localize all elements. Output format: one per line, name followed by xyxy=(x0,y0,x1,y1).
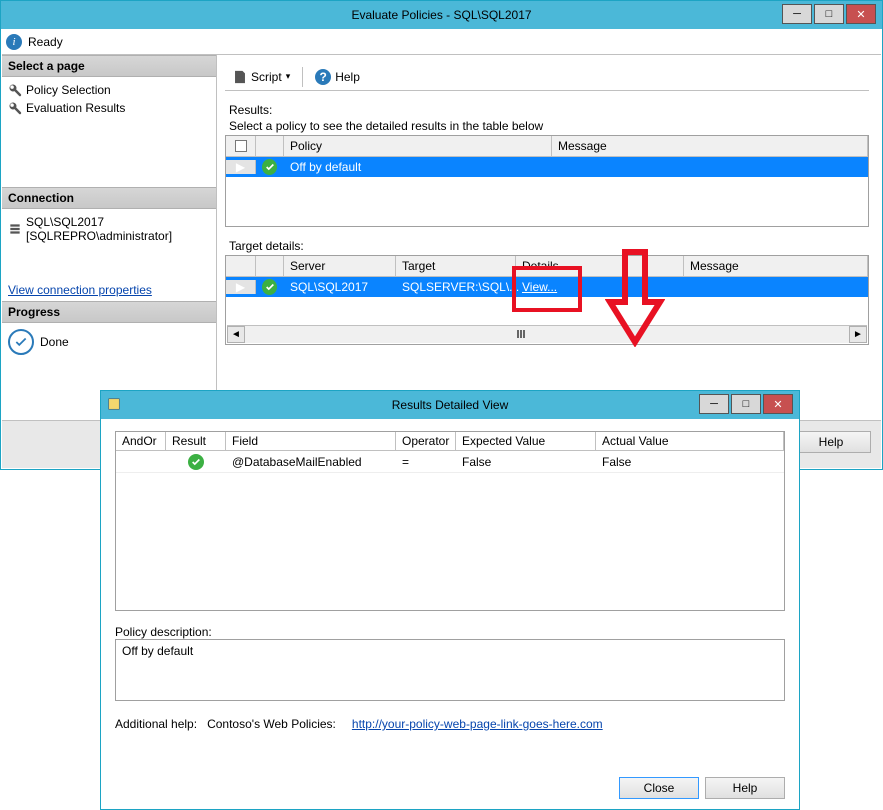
maximize-button-2[interactable]: □ xyxy=(731,394,761,414)
results-row[interactable]: ▶ Off by default xyxy=(226,157,868,177)
col-target[interactable]: Target xyxy=(396,256,516,276)
info-icon: i xyxy=(6,34,22,50)
policy-description-label: Policy description: xyxy=(115,625,785,639)
status-text: Ready xyxy=(28,35,63,49)
col-result[interactable]: Result xyxy=(166,432,226,450)
col-server[interactable]: Server xyxy=(284,256,396,276)
page-evaluation-results[interactable]: Evaluation Results xyxy=(8,99,210,117)
results-hint: Select a policy to see the detailed resu… xyxy=(229,119,869,133)
section-progress: Progress xyxy=(2,301,216,323)
col-message-2[interactable]: Message xyxy=(684,256,868,276)
detail-row[interactable]: @DatabaseMailEnabled = False False xyxy=(116,451,784,473)
wrench-icon xyxy=(8,101,22,115)
select-all-checkbox[interactable] xyxy=(235,140,247,152)
toolbar: Script ▾ ? Help xyxy=(225,63,869,91)
titlebar[interactable]: Evaluate Policies - SQL\SQL2017 ─ □ ✕ xyxy=(1,1,882,29)
additional-help-link[interactable]: http://your-policy-web-page-link-goes-he… xyxy=(352,717,603,731)
scroll-left-arrow[interactable]: ◄ xyxy=(227,326,245,343)
help-detail-button[interactable]: Help xyxy=(705,777,785,799)
window-title: Evaluate Policies - SQL\SQL2017 xyxy=(351,8,531,22)
results-detailed-view-window: Results Detailed View ─ □ ✕ AndOr Result… xyxy=(100,390,800,810)
additional-help-row: Additional help: Contoso's Web Policies:… xyxy=(115,713,785,735)
col-message[interactable]: Message xyxy=(552,136,868,156)
maximize-button[interactable]: □ xyxy=(814,4,844,24)
view-connection-properties-link[interactable]: View connection properties xyxy=(8,283,210,297)
progress-body: Done xyxy=(2,323,216,361)
close-detail-button[interactable]: Close xyxy=(619,777,699,799)
script-icon xyxy=(233,70,247,84)
col-operator[interactable]: Operator xyxy=(396,432,456,450)
close-button-2[interactable]: ✕ xyxy=(763,394,793,414)
wrench-icon xyxy=(8,83,22,97)
horizontal-scrollbar[interactable]: ◄ ► xyxy=(227,325,867,343)
connection-info: SQL\SQL2017 [SQLREPRO\administrator] xyxy=(8,213,210,245)
success-icon xyxy=(188,454,204,470)
results-grid[interactable]: Policy Message ▶ Off by default xyxy=(225,135,869,227)
col-expected[interactable]: Expected Value xyxy=(456,432,596,450)
annotation-arrow-icon xyxy=(605,247,665,347)
status-bar: i Ready xyxy=(2,29,881,55)
help-main-button[interactable]: Help xyxy=(791,431,871,453)
window-title-2: Results Detailed View xyxy=(392,398,509,412)
section-select-page: Select a page xyxy=(2,55,216,77)
success-icon xyxy=(262,159,277,175)
policy-description-box[interactable]: Off by default xyxy=(115,639,785,701)
col-field[interactable]: Field xyxy=(226,432,396,450)
col-policy[interactable]: Policy xyxy=(284,136,552,156)
scroll-right-arrow[interactable]: ► xyxy=(849,326,867,343)
chevron-down-icon: ▾ xyxy=(286,71,291,82)
script-button[interactable]: Script ▾ xyxy=(225,63,298,91)
success-icon xyxy=(262,279,277,295)
section-connection: Connection xyxy=(2,187,216,209)
app-icon xyxy=(107,397,121,411)
results-label: Results: xyxy=(229,103,869,117)
annotation-highlight-box xyxy=(512,266,582,312)
col-actual[interactable]: Actual Value xyxy=(596,432,784,450)
titlebar-2[interactable]: Results Detailed View ─ □ ✕ xyxy=(101,391,799,419)
target-details-label: Target details: xyxy=(229,239,869,253)
minimize-button-2[interactable]: ─ xyxy=(699,394,729,414)
help-icon: ? xyxy=(315,69,331,85)
minimize-button[interactable]: ─ xyxy=(782,4,812,24)
help-button[interactable]: ? Help xyxy=(307,63,368,91)
col-andor[interactable]: AndOr xyxy=(116,432,166,450)
progress-status: Done xyxy=(40,335,69,349)
close-button[interactable]: ✕ xyxy=(846,4,876,24)
server-icon xyxy=(8,222,22,236)
progress-done-icon xyxy=(8,329,34,355)
page-policy-selection[interactable]: Policy Selection xyxy=(8,81,210,99)
detail-results-grid[interactable]: AndOr Result Field Operator Expected Val… xyxy=(115,431,785,611)
